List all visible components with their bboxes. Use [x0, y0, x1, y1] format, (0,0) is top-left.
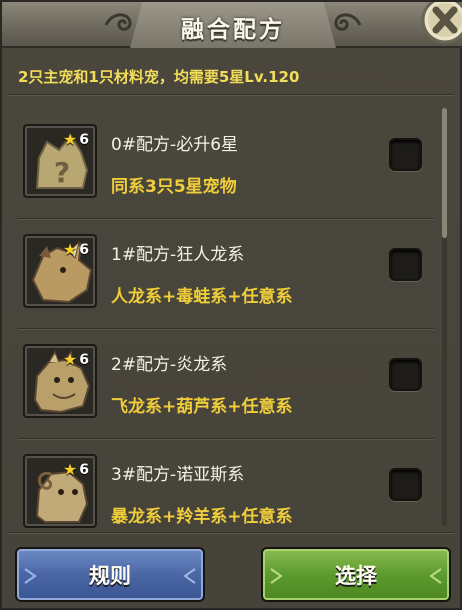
- recipe-name: 0#配方-必升6星: [111, 135, 239, 155]
- recipe-item-2[interactable]: ★ 6 2#配方-炎龙系 飞龙系+葫芦系+任意系: [18, 330, 434, 440]
- recipe-name: 2#配方-炎龙系: [111, 355, 228, 375]
- star-level: 6: [79, 131, 89, 148]
- divider: [8, 532, 454, 534]
- star-level-badge: ★ 6: [63, 240, 89, 259]
- close-button[interactable]: [414, 0, 462, 48]
- recipe-item-3[interactable]: ★ 6 3#配方-诺亚斯系 暴龙系+羚羊系+任意系: [18, 440, 434, 528]
- rules-button[interactable]: 规则: [15, 547, 205, 602]
- star-level-badge: ★ 6: [63, 130, 89, 149]
- recipe-requirement: 飞龙系+葫芦系+任意系: [111, 397, 293, 417]
- recipe-item-1[interactable]: ★ 6 1#配方-狂人龙系 人龙系+毒蛙系+任意系: [18, 220, 434, 330]
- arrow-right-icon: [270, 568, 283, 584]
- select-button[interactable]: 选择: [261, 547, 451, 602]
- star-level: 6: [79, 241, 89, 258]
- dialog-header: 融合配方: [2, 0, 462, 48]
- star-icon: ★: [62, 130, 78, 149]
- recipe-name: 1#配方-狂人龙系: [111, 245, 245, 265]
- rules-button-label: 规则: [89, 563, 131, 588]
- star-icon: ★: [62, 240, 78, 259]
- rhino-dragon-pet-icon: ★ 6: [23, 234, 97, 308]
- star-level-badge: ★ 6: [63, 350, 89, 369]
- recipe-requirement: 人龙系+毒蛙系+任意系: [111, 287, 293, 307]
- fusion-recipe-dialog: 融合配方 2只主宠和1只材料宠，均需要5星Lv.120 ? ★ 6 0#配方-必…: [0, 0, 462, 610]
- arrow-left-icon: [429, 568, 442, 584]
- star-icon: ★: [62, 350, 78, 369]
- recipe-list[interactable]: ? ★ 6 0#配方-必升6星 同系3只5星宠物 ★ 6 1#配方-狂人龙系 人…: [10, 104, 448, 528]
- recipe-checkbox[interactable]: [389, 248, 422, 281]
- svg-text:?: ?: [54, 156, 70, 189]
- recipe-name: 3#配方-诺亚斯系: [111, 465, 245, 485]
- recipe-requirement: 暴龙系+羚羊系+任意系: [111, 507, 293, 527]
- star-level: 6: [79, 461, 89, 478]
- star-level: 6: [79, 351, 89, 368]
- recipe-checkbox[interactable]: [389, 358, 422, 391]
- recipe-checkbox[interactable]: [389, 138, 422, 171]
- arrow-left-icon: [183, 568, 196, 584]
- recipe-requirement: 同系3只5星宠物: [111, 177, 237, 197]
- recipe-checkbox[interactable]: [389, 468, 422, 501]
- ram-dragon-pet-icon: ★ 6: [23, 454, 97, 528]
- close-icon: [421, 0, 462, 44]
- arrow-right-icon: [24, 568, 37, 584]
- dialog-title: 融合配方: [181, 17, 285, 43]
- scrollbar[interactable]: [442, 108, 447, 526]
- mystery-pet-icon: ? ★ 6: [23, 124, 97, 198]
- fusion-requirement-text: 2只主宠和1只材料宠，均需要5星Lv.120: [18, 68, 300, 86]
- star-icon: ★: [62, 460, 78, 479]
- select-button-label: 选择: [335, 563, 377, 588]
- fire-dragon-pet-icon: ★ 6: [23, 344, 97, 418]
- divider: [8, 94, 454, 96]
- recipe-item-0[interactable]: ? ★ 6 0#配方-必升6星 同系3只5星宠物: [18, 110, 434, 220]
- scrollbar-thumb[interactable]: [442, 108, 447, 238]
- star-level-badge: ★ 6: [63, 460, 89, 479]
